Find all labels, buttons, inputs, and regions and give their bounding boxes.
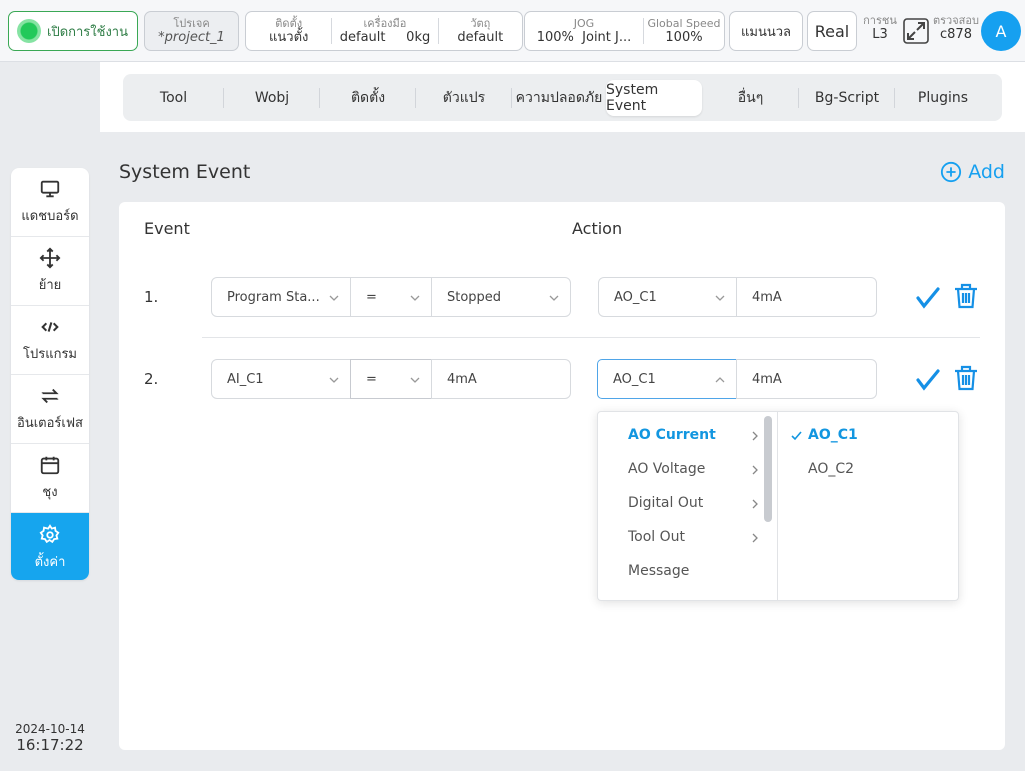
project-caption: โปรเจค — [173, 16, 210, 30]
tab-variables[interactable]: ตัวแปร — [416, 80, 512, 116]
chevron-up-icon — [715, 377, 725, 383]
expand-icon[interactable] — [902, 17, 930, 45]
chevron-right-icon — [752, 499, 758, 509]
calendar-icon — [40, 456, 60, 475]
installation-info[interactable]: ติดตั้ง แนวตั้ง เครื่องมือ default 0kg ว… — [245, 11, 523, 51]
sidebar-item-program[interactable]: โปรแกรม — [11, 306, 89, 375]
sidebar-item-dashboard[interactable]: แดชบอร์ด — [11, 168, 89, 237]
install-mode: ติดตั้ง แนวตั้ง — [269, 16, 309, 45]
tab-bg-script[interactable]: Bg-Script — [799, 80, 895, 116]
sidebar-item-schedule[interactable]: ชุง — [11, 444, 89, 513]
chevron-down-icon — [410, 295, 420, 301]
tab-wobj[interactable]: Wobj — [224, 80, 320, 116]
row-divider — [202, 337, 980, 338]
plus-circle-icon — [941, 161, 962, 183]
tab-others[interactable]: อื่นๆ — [702, 80, 799, 116]
object-info: วัตถุ default — [457, 16, 504, 45]
monitor-icon — [40, 180, 60, 198]
power-status-icon — [17, 19, 41, 43]
tool-name: default — [339, 29, 386, 45]
tab-system-event[interactable]: System Event — [606, 79, 702, 116]
real-mode-button[interactable]: Real — [807, 11, 857, 51]
chevron-right-icon — [752, 431, 758, 441]
action-column-header: Action — [572, 219, 623, 238]
chevron-down-icon — [715, 295, 725, 301]
row-number: 1. — [144, 288, 159, 306]
row-number: 2. — [144, 370, 159, 388]
tool-load: 0kg — [406, 29, 431, 45]
sidebar-item-settings[interactable]: ตั้งค่า — [11, 513, 89, 580]
chevron-right-icon — [752, 465, 758, 475]
project-selector[interactable]: โปรเจค *project_1 — [144, 11, 239, 51]
tab-install[interactable]: ติดตั้ง — [320, 80, 416, 116]
event-value-select[interactable]: Stopped — [431, 277, 571, 317]
page-title: System Event — [119, 161, 251, 183]
trash-icon[interactable] — [952, 364, 980, 392]
event-value-input[interactable]: 4mA — [431, 359, 571, 399]
chevron-down-icon — [329, 377, 339, 383]
interface-icon — [41, 388, 59, 404]
settings-tab-area: Tool Wobj ติดตั้ง ตัวแปร ความปลอดภัย Sys… — [100, 62, 1025, 132]
check-icon[interactable] — [914, 365, 942, 393]
sidebar-nav: แดชบอร์ด ย้าย โปรแกรม อินเตอร์เฟส ชุง ตั… — [11, 168, 89, 580]
tab-plugins[interactable]: Plugins — [895, 80, 991, 116]
dropdown-option-ao-c2[interactable]: AO_C2 — [808, 461, 854, 477]
dropdown-category-tool-out[interactable]: Tool Out — [628, 529, 685, 545]
jog-speed-panel[interactable]: JOG 100% Joint J... Global Speed 100% — [524, 11, 725, 51]
event-source-select[interactable]: AI_C1 — [211, 359, 351, 399]
operator-select[interactable]: = — [350, 277, 432, 317]
collision-level[interactable]: การชน L3 — [861, 14, 899, 43]
add-event-button[interactable]: Add — [940, 161, 1005, 183]
tab-safety[interactable]: ความปลอดภัย — [512, 80, 606, 116]
dropdown-scrollbar[interactable] — [764, 416, 772, 522]
dropdown-category-ao-voltage[interactable]: AO Voltage — [628, 461, 705, 477]
settings-tabs: Tool Wobj ติดตั้ง ตัวแปร ความปลอดภัย Sys… — [123, 74, 1002, 121]
top-bar: เปิดการใช้งาน โปรเจค *project_1 ติดตั้ง … — [0, 0, 1025, 62]
dropdown-option-ao-c1[interactable]: AO_C1 — [808, 427, 858, 443]
action-target-dropdown: AO Current AO Voltage Digital Out Tool O… — [597, 411, 959, 601]
gear-icon — [39, 523, 60, 543]
chevron-down-icon — [329, 295, 339, 301]
action-value-input[interactable]: 4mA — [736, 277, 877, 317]
dropdown-category-digital-out[interactable]: Digital Out — [628, 495, 703, 511]
sidebar-item-move[interactable]: ย้าย — [11, 237, 89, 306]
power-label: เปิดการใช้งาน — [47, 24, 128, 40]
dropdown-category-ao-current[interactable]: AO Current — [628, 427, 716, 443]
trash-icon[interactable] — [952, 282, 980, 310]
move-icon — [39, 247, 61, 269]
chevron-down-icon — [549, 295, 559, 301]
action-target-select[interactable]: AO_C1 — [597, 359, 737, 399]
action-target-select[interactable]: AO_C1 — [598, 277, 737, 317]
sidebar-item-interface[interactable]: อินเตอร์เฟส — [11, 375, 89, 444]
project-name: *project_1 — [158, 29, 225, 45]
operator-select[interactable]: = — [350, 359, 432, 399]
action-value-input[interactable]: 4mA — [736, 359, 877, 399]
user-avatar[interactable]: A — [981, 11, 1021, 51]
time-text: 16:17:22 — [16, 736, 84, 754]
check-icon[interactable] — [914, 283, 942, 311]
code-icon — [41, 322, 59, 332]
sidebar: แดชบอร์ด ย้าย โปรแกรม อินเตอร์เฟส ชุง ตั… — [0, 62, 100, 771]
chevron-right-icon — [752, 533, 758, 543]
date-text: 2024-10-14 — [15, 722, 85, 736]
event-source-select[interactable]: Program Sta... — [211, 277, 351, 317]
checksum-info: ตรวจสอบ c878 — [933, 14, 979, 42]
power-button[interactable]: เปิดการใช้งาน — [8, 11, 138, 51]
checkmark-icon — [791, 431, 802, 441]
chevron-down-icon — [410, 377, 420, 383]
tab-tool[interactable]: Tool — [123, 80, 224, 116]
tool-info: เครื่องมือ default 0kg — [339, 16, 431, 45]
jog-mode: Joint J... — [582, 29, 632, 45]
dropdown-category-message[interactable]: Message — [628, 563, 689, 579]
jog-info: JOG 100% Joint J... — [536, 16, 632, 45]
datetime: 2024-10-14 16:17:22 — [0, 722, 100, 754]
event-column-header: Event — [144, 219, 190, 238]
jog-percent: 100% — [536, 29, 574, 45]
global-speed: Global Speed 100% — [647, 16, 721, 45]
manual-mode-button[interactable]: แมนนวล — [729, 11, 803, 51]
dropdown-category-list: AO Current AO Voltage Digital Out Tool O… — [598, 412, 778, 600]
